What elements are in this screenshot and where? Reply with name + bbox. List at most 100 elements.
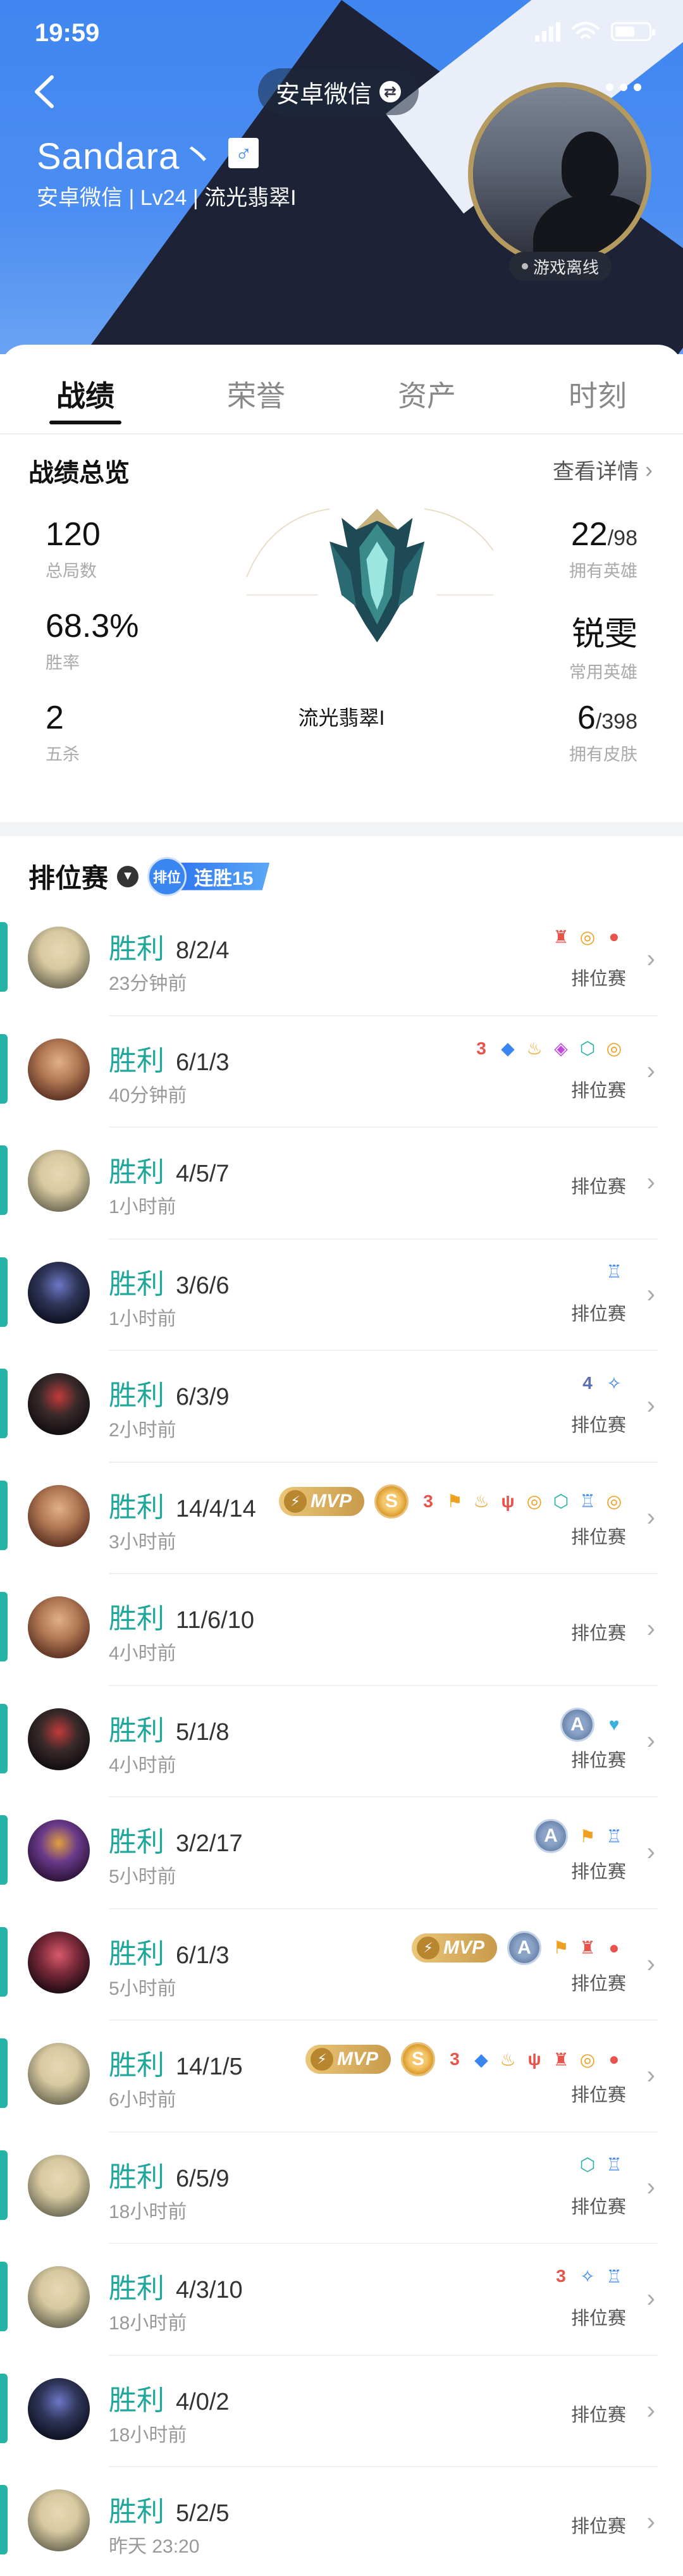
match-result: 胜利 xyxy=(109,934,164,964)
triple-kill-icon: 3 xyxy=(423,1491,433,1511)
hero-avatar xyxy=(28,1261,90,1324)
triple-kill-icon: 3 xyxy=(476,1038,486,1058)
overview-title: 战绩总览 xyxy=(28,459,130,487)
stat-total-games: 120 总局数 xyxy=(46,516,101,581)
win-indicator-bar xyxy=(0,922,8,992)
ward-icon: ♖ xyxy=(606,2155,622,2174)
hero-avatar xyxy=(28,2154,90,2217)
match-achievements: ♖ xyxy=(603,1261,625,1283)
hero-avatar xyxy=(28,1150,90,1212)
match-row[interactable]: 胜利 3/2/17 5小时前 A ⚑ ♖ 排位赛 › xyxy=(0,1797,683,1909)
match-row[interactable]: 胜利 4/5/7 1小时前 排位赛 › xyxy=(0,1128,683,1240)
match-achievements: ⚡ MVP S 3 ⚑ ♨ ψ ◎ ⬡ ♖ ◎ xyxy=(278,1484,625,1519)
match-kda: 6/3/9 xyxy=(176,1384,230,1410)
match-time: 40分钟前 xyxy=(109,1085,187,1106)
hero-avatar xyxy=(28,2043,90,2105)
chevron-right-icon: › xyxy=(646,1503,655,1531)
match-result: 胜利 xyxy=(109,2050,164,2081)
match-row[interactable]: 胜利 3/6/6 1小时前 ♖ 排位赛 › xyxy=(0,1240,683,1351)
match-result: 胜利 xyxy=(109,1715,164,1746)
win-indicator-bar xyxy=(0,1592,8,1661)
match-result: 胜利 xyxy=(109,1045,164,1076)
match-mode: 排位赛 xyxy=(570,1527,626,1548)
match-achievements: ♜ ◎ ● xyxy=(550,926,625,947)
win-streak-badge: 排位 连胜15 xyxy=(147,856,270,896)
vision-icon: ✧ xyxy=(606,1373,622,1393)
match-result: 胜利 xyxy=(109,2496,164,2527)
avatar[interactable] xyxy=(468,82,651,266)
match-time: 1小时前 xyxy=(109,1308,176,1329)
fire-icon: ♨ xyxy=(526,1038,543,1058)
account-switch-button[interactable]: 安卓微信 ⇄ xyxy=(258,68,419,115)
match-time: 1小时前 xyxy=(109,1197,176,1217)
tab-record[interactable]: 战绩 xyxy=(0,345,171,433)
match-row[interactable]: 胜利 6/5/9 18小时前 ⬡ ♖ 排位赛 › xyxy=(0,2133,683,2244)
flag-icon: ⚑ xyxy=(553,1938,569,1957)
shield-icon: ⬡ xyxy=(579,2155,596,2174)
tab-moments[interactable]: 时刻 xyxy=(512,345,683,433)
flag-icon: ⚑ xyxy=(446,1491,463,1511)
match-result: 胜利 xyxy=(109,2384,164,2416)
hero-avatar xyxy=(28,2266,90,2328)
match-result: 胜利 xyxy=(109,1827,164,1858)
vision-icon: ✧ xyxy=(580,2266,595,2286)
match-row[interactable]: 胜利 6/1/3 5小时前 ⚡ MVP A ⚑ ♜ ● 排位赛 › xyxy=(0,1909,683,2021)
coins-icon: ◎ xyxy=(606,1491,622,1511)
match-row[interactable]: 胜利 6/1/3 40分钟前 3 ◆ ♨ ◈ ⬡ ◎ 排位赛 › xyxy=(0,1016,683,1128)
match-time: 23分钟前 xyxy=(109,973,187,994)
match-kda: 5/1/8 xyxy=(176,1718,230,1746)
match-row[interactable]: 胜利 4/3/10 18小时前 3 ✧ ♖ 排位赛 › xyxy=(0,2244,683,2356)
chevron-down-icon[interactable]: ▼ xyxy=(117,865,139,887)
match-row[interactable]: 胜利 8/2/4 23分钟前 ♜ ◎ ● 排位赛 › xyxy=(0,904,683,1016)
match-time: 昨天 23:20 xyxy=(109,2536,200,2557)
match-row[interactable]: 胜利 4/0/2 18小时前 排位赛 › xyxy=(0,2356,683,2467)
win-indicator-bar xyxy=(0,1257,8,1327)
match-row[interactable]: 胜利 6/3/9 2小时前 4 ✧ 排位赛 › xyxy=(0,1351,683,1463)
chevron-right-icon: › xyxy=(646,1168,655,1196)
match-mode: 排位赛 xyxy=(570,1862,626,1882)
hero-avatar xyxy=(28,1931,90,1994)
win-indicator-bar xyxy=(0,2373,8,2443)
stat-main-hero: 锐雯 常用英雄 xyxy=(569,616,637,682)
match-row[interactable]: 胜利 14/4/14 3小时前 ⚡ MVP S 3 ⚑ ♨ ψ ◎ ⬡ ♖ ◎ 排位赛 › xyxy=(0,1463,683,1574)
rank-name: 流光翡翠I xyxy=(298,706,385,729)
triple-kill-icon: 3 xyxy=(450,2049,460,2069)
match-row[interactable]: 胜利 5/1/8 4小时前 A ♥ 排位赛 › xyxy=(0,1686,683,1797)
view-details-link[interactable]: 查看详情 › xyxy=(553,454,653,485)
tab-assets[interactable]: 资产 xyxy=(342,345,512,433)
ward-icon: ♖ xyxy=(579,1491,596,1511)
heart-icon: ♥ xyxy=(608,1714,620,1734)
match-achievements: A ⚑ ♖ xyxy=(534,1819,625,1853)
match-mode: 排位赛 xyxy=(570,969,626,989)
match-row[interactable]: 胜利 14/1/5 6小时前 ⚡ MVP S 3 ◆ ♨ ψ ♜ ◎ ● 排位赛 › xyxy=(0,2021,683,2133)
rank-emblem-icon xyxy=(246,508,493,643)
match-list: 胜利 8/2/4 23分钟前 ♜ ◎ ● 排位赛 › 胜利 6/1/3 40分钟前 3 ◆… xyxy=(0,904,683,2576)
match-time: 18小时前 xyxy=(109,2201,187,2222)
match-kda: 14/1/5 xyxy=(176,2054,243,2080)
chevron-right-icon: › xyxy=(646,2284,655,2312)
blood-drop-icon: ● xyxy=(608,927,620,946)
chevron-right-icon: › xyxy=(646,2508,655,2536)
back-button[interactable] xyxy=(25,70,63,114)
status-dot-icon xyxy=(522,263,528,269)
match-kda: 3/2/17 xyxy=(176,1830,243,1857)
hero-avatar xyxy=(28,1596,90,1658)
quadra-kill-icon: 4 xyxy=(582,1373,593,1393)
chevron-right-icon: › xyxy=(646,2061,655,2089)
chevron-right-icon: › xyxy=(645,456,653,483)
win-indicator-bar xyxy=(0,2038,8,2108)
swap-icon: ⇄ xyxy=(379,81,402,102)
match-time: 3小时前 xyxy=(109,1531,176,1553)
hero-avatar xyxy=(28,1373,90,1435)
chevron-right-icon: › xyxy=(646,1391,655,1419)
profile-subinfo: 安卓微信 | Lv24 | 流光翡翠I xyxy=(37,186,297,210)
match-mode: 排位赛 xyxy=(570,1080,626,1101)
ranked-section-header[interactable]: 排位赛 ▼ 排位 连胜15 xyxy=(28,856,270,896)
win-indicator-bar xyxy=(0,1145,8,1215)
tab-honor[interactable]: 荣誉 xyxy=(171,345,342,433)
ranked-title: 排位赛 xyxy=(28,863,109,893)
match-row[interactable]: 胜利 5/2/5 昨天 23:20 排位赛 › xyxy=(0,2467,683,2576)
match-row[interactable]: 胜利 11/6/10 4小时前 排位赛 › xyxy=(0,1574,683,1686)
match-mode: 排位赛 xyxy=(570,1415,626,1436)
username: Sandara丶 xyxy=(37,136,218,177)
